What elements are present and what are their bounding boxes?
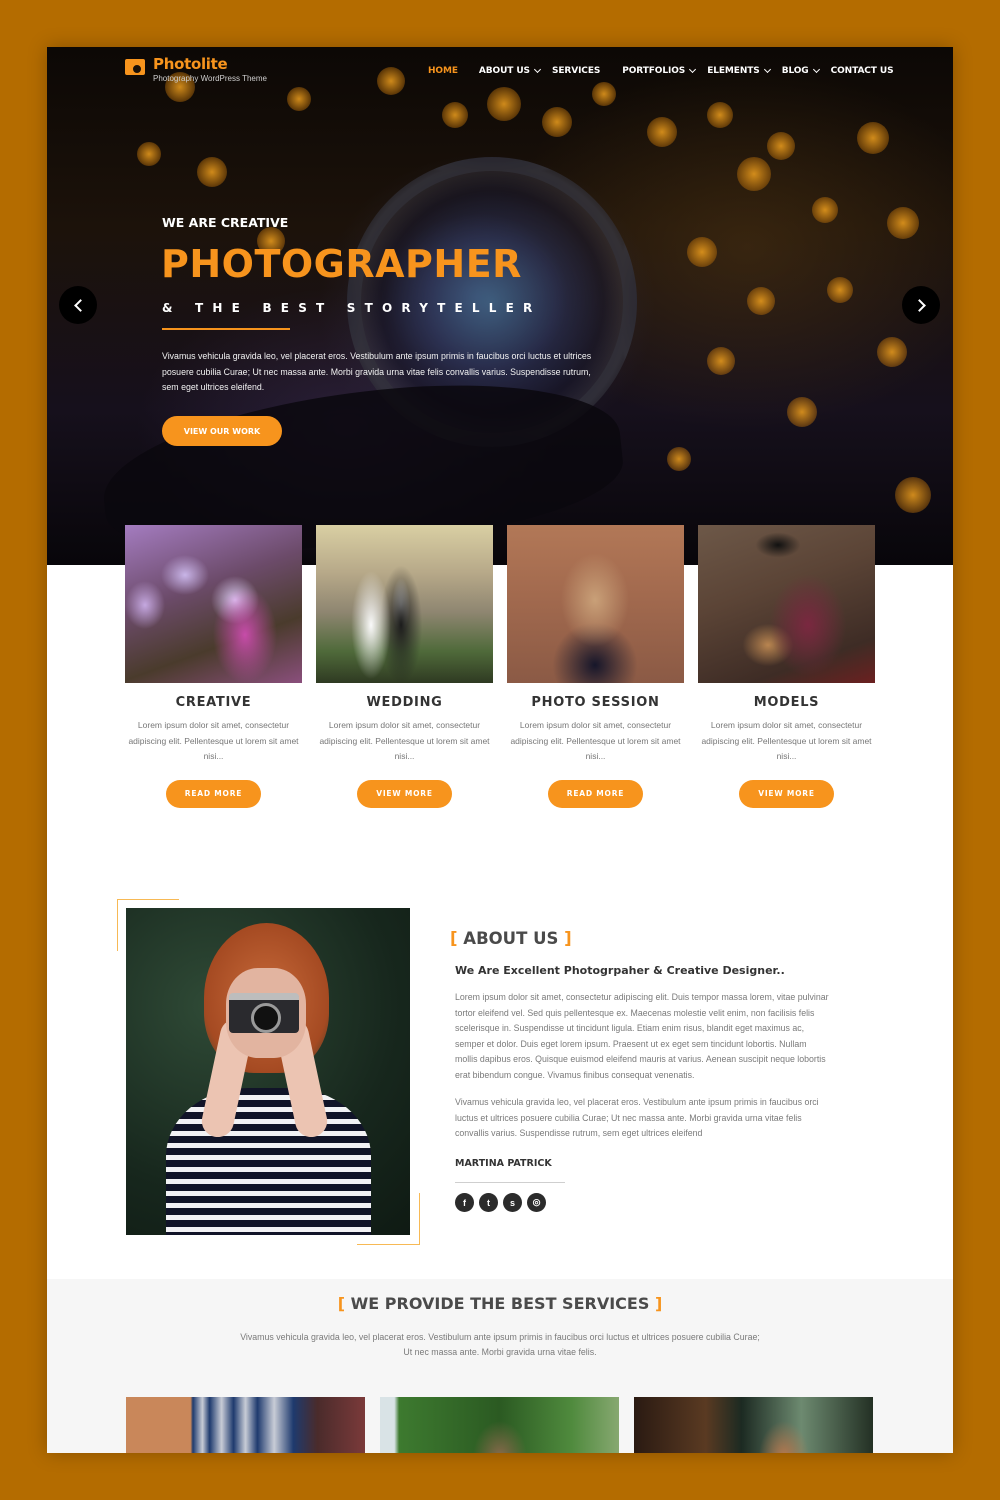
hero-divider bbox=[162, 328, 290, 330]
about-heading-text: ABOUT US bbox=[463, 929, 559, 948]
nav-home[interactable]: HOME bbox=[428, 66, 458, 76]
read-more-button[interactable]: READ MORE bbox=[548, 779, 643, 808]
nav-elements-label: ELEMENTS bbox=[707, 66, 760, 76]
photo-session-image[interactable] bbox=[507, 525, 684, 683]
category-card-models: MODELS Lorem ipsum dolor sit amet, conse… bbox=[698, 525, 875, 808]
wedding-image[interactable] bbox=[316, 525, 493, 683]
view-more-button[interactable]: VIEW MORE bbox=[357, 779, 452, 808]
logo-name: Photolite bbox=[153, 55, 228, 73]
service-image[interactable] bbox=[634, 1397, 873, 1453]
creative-image[interactable] bbox=[125, 525, 302, 683]
service-image[interactable] bbox=[380, 1397, 619, 1453]
nav-portfolios[interactable]: PORTFOLIOS bbox=[622, 65, 697, 76]
category-card-creative: CREATIVE Lorem ipsum dolor sit amet, con… bbox=[125, 525, 302, 808]
bracket-open: [ bbox=[450, 929, 458, 948]
view-our-work-button[interactable]: VIEW OUR WORK bbox=[162, 416, 282, 446]
service-image[interactable] bbox=[126, 1397, 365, 1453]
logo-tagline: Photography WordPress Theme bbox=[153, 74, 267, 83]
bracket-open: [ bbox=[337, 1294, 346, 1313]
instagram-icon[interactable]: ◎ bbox=[527, 1193, 546, 1212]
site-header: Photolite Photography WordPress Theme HO… bbox=[47, 47, 953, 97]
chevron-down-icon bbox=[689, 65, 697, 74]
about-paragraph: Lorem ipsum dolor sit amet, consectetur … bbox=[455, 992, 829, 1080]
social-links: f t s ◎ bbox=[455, 1193, 551, 1212]
card-title: MODELS bbox=[753, 695, 820, 710]
about-photo bbox=[126, 908, 410, 1235]
models-image[interactable] bbox=[698, 525, 875, 683]
hero-description: Vivamus vehicula gravida leo, vel placer… bbox=[162, 351, 592, 392]
card-title: PHOTO SESSION bbox=[531, 695, 660, 710]
slider-prev-button[interactable] bbox=[59, 286, 97, 324]
card-text: Lorem ipsum dolor sit amet, consectetur … bbox=[319, 720, 490, 761]
bracket-close: ] bbox=[564, 929, 572, 948]
nav-elements[interactable]: ELEMENTS bbox=[707, 65, 771, 76]
slider-next-button[interactable] bbox=[902, 286, 940, 324]
chevron-down-icon bbox=[763, 65, 771, 74]
service-cards bbox=[126, 1397, 873, 1453]
logo[interactable]: Photolite Photography WordPress Theme bbox=[125, 56, 267, 85]
about-paragraph: Vivamus vehicula gravida leo, vel placer… bbox=[455, 1097, 819, 1138]
nav-home-label: HOME bbox=[428, 66, 458, 76]
twitter-icon[interactable]: t bbox=[479, 1193, 498, 1212]
nav-services-label: SERVICES bbox=[551, 66, 601, 76]
skype-icon[interactable]: s bbox=[503, 1193, 522, 1212]
chevron-left-icon bbox=[73, 298, 87, 312]
services-heading: [ WE PROVIDE THE BEST SERVICES ] bbox=[47, 1294, 953, 1313]
nav-portfolios-label: PORTFOLIOS bbox=[622, 66, 686, 76]
website-page: Photolite Photography WordPress Theme HO… bbox=[47, 47, 953, 1453]
read-more-button[interactable]: READ MORE bbox=[166, 779, 261, 808]
about-heading: [ ABOUT US ] bbox=[450, 929, 572, 948]
category-card-wedding: WEDDING Lorem ipsum dolor sit amet, cons… bbox=[316, 525, 493, 808]
nav-about-us-label: ABOUT US bbox=[478, 66, 530, 76]
card-title: WEDDING bbox=[366, 695, 443, 710]
hero-tagline: & THE BEST STORYTELLER bbox=[162, 301, 542, 315]
camera-icon bbox=[125, 59, 145, 75]
hero-slider: Photolite Photography WordPress Theme HO… bbox=[47, 47, 953, 565]
services-description: Vivamus vehicula gravida leo, vel placer… bbox=[240, 1332, 760, 1357]
nav-about-us[interactable]: ABOUT US bbox=[478, 65, 541, 76]
card-text: Lorem ipsum dolor sit amet, consectetur … bbox=[128, 720, 299, 761]
main-menu: HOME ABOUT US SERVICES PORTFOLIOS ELEMEN… bbox=[428, 65, 905, 76]
view-more-button[interactable]: VIEW MORE bbox=[739, 779, 834, 808]
chevron-down-icon bbox=[812, 65, 820, 74]
about-subheading: We Are Excellent Photogrpaher & Creative… bbox=[455, 964, 785, 977]
nav-services[interactable]: SERVICES bbox=[552, 66, 600, 76]
nav-blog-label: BLOG bbox=[781, 66, 809, 76]
divider bbox=[455, 1182, 565, 1183]
category-card-photo-session: PHOTO SESSION Lorem ipsum dolor sit amet… bbox=[507, 525, 684, 808]
chevron-down-icon bbox=[533, 65, 541, 74]
facebook-icon[interactable]: f bbox=[455, 1193, 474, 1212]
hero-subtitle: WE ARE CREATIVE bbox=[162, 215, 289, 230]
camera-icon bbox=[229, 993, 299, 1033]
chevron-right-icon bbox=[912, 298, 926, 312]
nav-contact-us[interactable]: CONTACT US bbox=[831, 66, 894, 76]
services-section: [ WE PROVIDE THE BEST SERVICES ] Vivamus… bbox=[47, 1279, 953, 1453]
nav-contact-us-label: CONTACT US bbox=[830, 66, 894, 76]
bracket-close: ] bbox=[654, 1294, 663, 1313]
hero-title: PHOTOGRAPHER bbox=[161, 242, 522, 286]
category-cards: CREATIVE Lorem ipsum dolor sit amet, con… bbox=[125, 525, 875, 808]
author-name: MARTINA PATRICK bbox=[455, 1158, 552, 1169]
services-heading-text: WE PROVIDE THE BEST SERVICES bbox=[350, 1294, 650, 1313]
nav-blog[interactable]: BLOG bbox=[781, 65, 820, 76]
card-text: Lorem ipsum dolor sit amet, consectetur … bbox=[701, 720, 872, 761]
card-title: CREATIVE bbox=[175, 695, 252, 710]
card-text: Lorem ipsum dolor sit amet, consectetur … bbox=[510, 720, 681, 761]
